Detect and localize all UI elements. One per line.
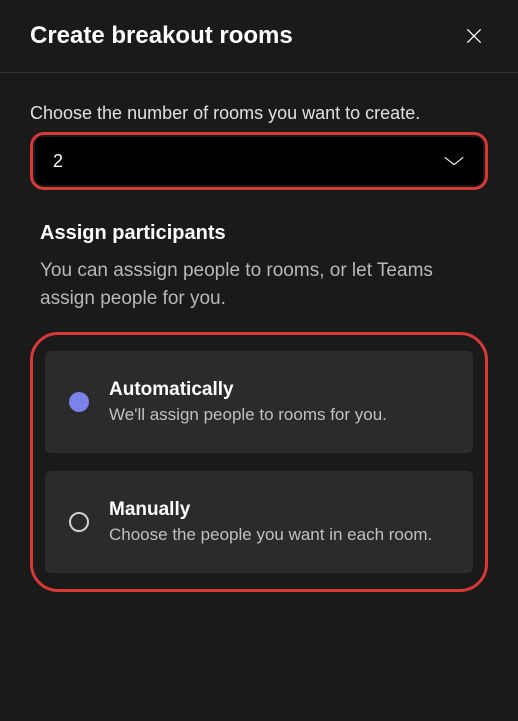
option-automatic-desc: We'll assign people to rooms for you. [109, 405, 457, 425]
option-manual-desc: Choose the people you want in each room. [109, 525, 457, 545]
dialog-content: Choose the number of rooms you want to c… [0, 73, 518, 592]
option-manual[interactable]: Manually Choose the people you want in e… [45, 471, 473, 573]
radio-automatic[interactable] [69, 392, 89, 412]
room-count-dropdown[interactable]: 2 [35, 137, 483, 185]
assign-description: You can asssign people to rooms, or let … [40, 257, 478, 312]
assign-options-highlight: Automatically We'll assign people to roo… [30, 332, 488, 592]
assign-title: Assign participants [40, 222, 478, 245]
option-automatic-title: Automatically [109, 379, 457, 401]
dialog-title: Create breakout rooms [30, 22, 293, 50]
option-manual-title: Manually [109, 499, 457, 521]
option-manual-text: Manually Choose the people you want in e… [109, 499, 457, 545]
chevron-down-icon [443, 155, 465, 167]
dialog-header: Create breakout rooms [0, 0, 518, 73]
assign-section: Assign participants You can asssign peop… [30, 222, 488, 312]
option-automatic-text: Automatically We'll assign people to roo… [109, 379, 457, 425]
close-button[interactable] [460, 22, 488, 50]
option-automatic[interactable]: Automatically We'll assign people to roo… [45, 351, 473, 453]
room-count-label: Choose the number of rooms you want to c… [30, 103, 488, 124]
room-count-value: 2 [53, 151, 63, 172]
radio-manual[interactable] [69, 512, 89, 532]
close-icon [464, 26, 484, 46]
room-count-highlight: 2 [30, 132, 488, 190]
